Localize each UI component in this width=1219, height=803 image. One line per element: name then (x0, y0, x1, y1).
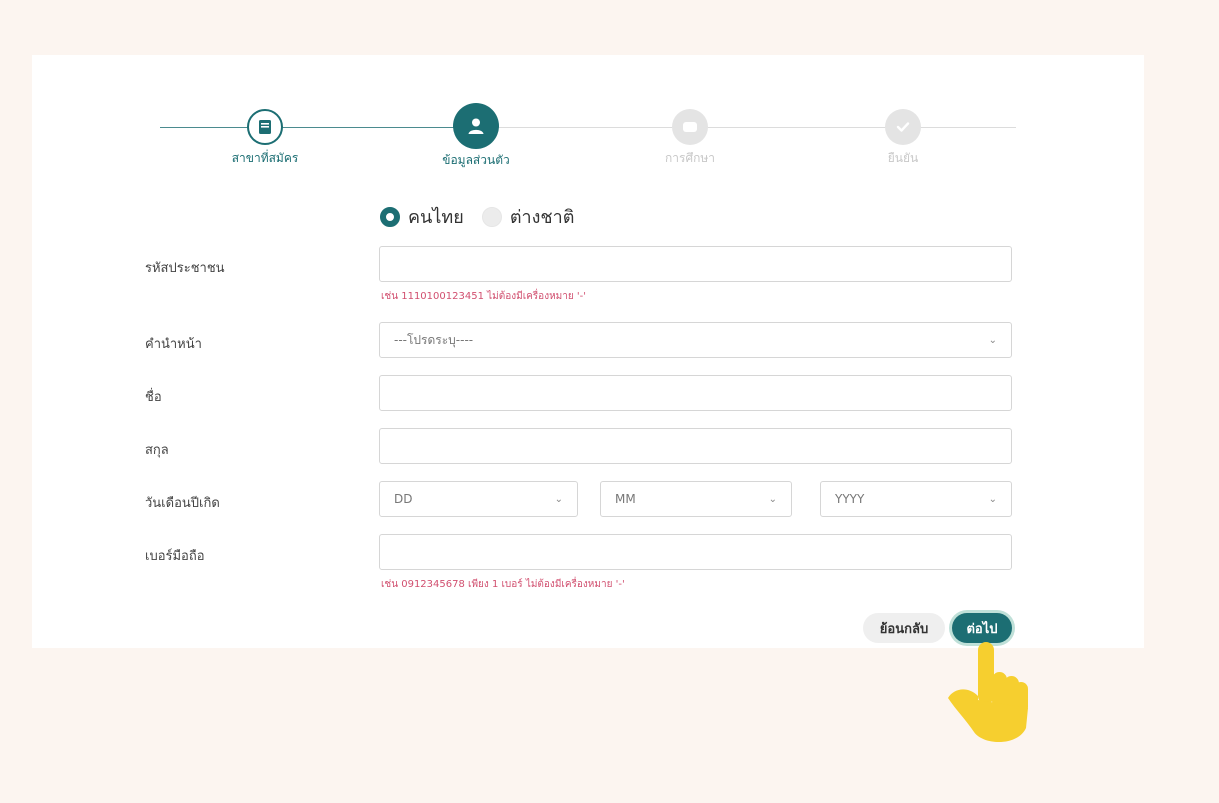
thai-radio-label[interactable]: คนไทย (408, 202, 464, 231)
step-circle (453, 103, 499, 149)
step-label: การศึกษา (665, 151, 715, 165)
person-icon (468, 118, 484, 134)
citizen-id-label: รหัสประชาชน (145, 261, 225, 276)
check-icon (896, 122, 910, 132)
birth-year-value: YYYY (835, 492, 865, 506)
foreign-radio[interactable] (481, 206, 502, 227)
first-name-label: ชื่อ (145, 390, 162, 405)
birth-month-select[interactable]: MM ⌄ (600, 481, 792, 517)
citizen-id-input[interactable] (379, 246, 1012, 282)
thai-radio[interactable] (380, 206, 400, 227)
back-button[interactable]: ย้อนกลับ (863, 613, 945, 643)
birth-year-select[interactable]: YYYY ⌄ (820, 481, 1012, 517)
step-confirm: ยืนยัน (833, 109, 973, 168)
last-name-input[interactable] (379, 428, 1012, 464)
step-label: ข้อมูลส่วนตัว (442, 153, 510, 167)
step-label: ยืนยัน (887, 151, 919, 165)
step-personal-info: ข้อมูลส่วนตัว (406, 103, 546, 170)
birth-month-value: MM (615, 492, 636, 506)
phone-input[interactable] (379, 534, 1012, 570)
graduation-cap-icon (683, 122, 697, 132)
pointer-hand-icon (948, 642, 1028, 743)
phone-label: เบอร์มือถือ (145, 549, 205, 564)
step-branch: สาขาที่สมัคร (195, 109, 335, 168)
step-circle (672, 109, 708, 145)
prefix-select[interactable]: ---โปรดระบุ---- ⌄ (379, 322, 1012, 358)
step-circle (885, 109, 921, 145)
birth-day-value: DD (394, 492, 413, 506)
chevron-down-icon: ⌄ (768, 493, 777, 505)
birthdate-label: วันเดือนปีเกิด (145, 496, 220, 511)
next-button[interactable]: ต่อไป (952, 613, 1012, 643)
prefix-selected-value: ---โปรดระบุ---- (394, 332, 474, 347)
nationality-radio-group: คนไทย ต่างชาติ (380, 202, 574, 231)
first-name-input[interactable] (379, 375, 1012, 411)
chevron-down-icon: ⌄ (554, 493, 563, 505)
birth-day-select[interactable]: DD ⌄ (379, 481, 578, 517)
last-name-label: สกุล (145, 443, 169, 458)
chevron-down-icon: ⌄ (988, 334, 997, 346)
step-circle (247, 109, 283, 145)
book-icon (259, 120, 271, 134)
phone-hint: เช่น 0912345678 เพียง 1 เบอร์ ไม่ต้องมีเ… (381, 579, 625, 590)
step-label: สาขาที่สมัคร (231, 151, 299, 165)
step-education: การศึกษา (620, 109, 760, 168)
citizen-id-hint: เช่น 1110100123451 ไม่ต้องมีเครื่องหมาย … (381, 291, 587, 302)
chevron-down-icon: ⌄ (988, 493, 997, 505)
foreign-radio-label[interactable]: ต่างชาติ (510, 202, 575, 231)
prefix-label: คำนำหน้า (145, 337, 202, 352)
